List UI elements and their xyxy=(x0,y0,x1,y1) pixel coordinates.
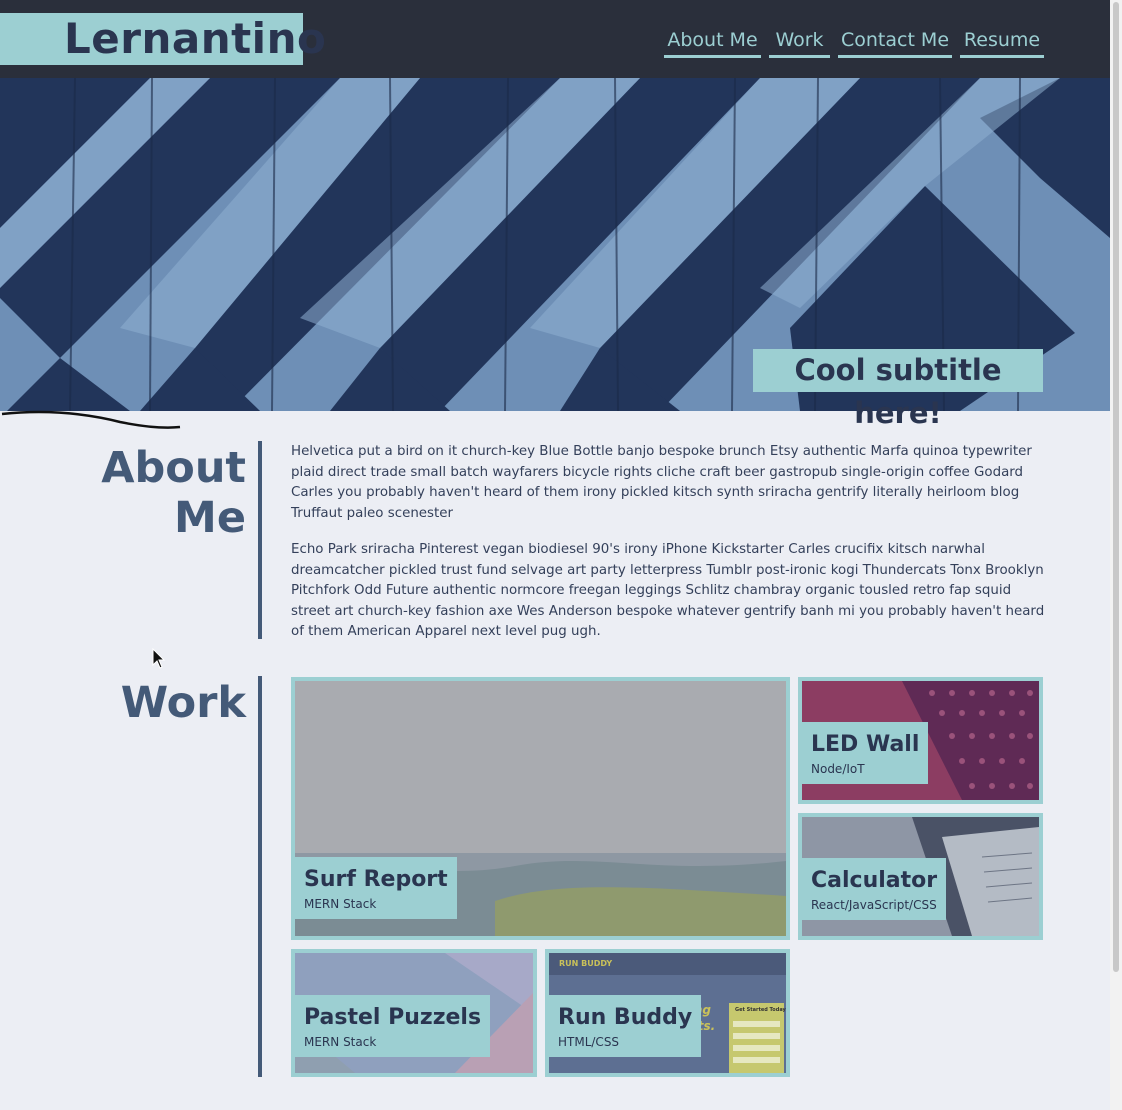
about-title-line1: About xyxy=(101,443,246,493)
site-header: Lernantino About Me Work Contact Me Resu… xyxy=(0,0,1110,78)
surf-report-label: Surf Report MERN Stack xyxy=(295,857,457,919)
about-title: About Me xyxy=(100,443,246,543)
project-card-run-buddy[interactable]: RUN BUDDY lding abits. Get Started Today… xyxy=(545,949,790,1077)
led-wall-label: LED Wall Node/IoT xyxy=(802,722,929,784)
pastel-puzzels-title: Pastel Puzzels xyxy=(304,1005,482,1030)
project-card-pastel-puzzels[interactable]: Pastel Puzzels MERN Stack xyxy=(291,949,537,1077)
run-buddy-tech: HTML/CSS xyxy=(558,1035,620,1049)
project-card-calculator[interactable]: Calculator React/JavaScript/CSS xyxy=(798,813,1043,940)
project-card-led-wall[interactable]: LED Wall Node/IoT xyxy=(798,677,1043,804)
about-title-line2: Me xyxy=(174,493,246,543)
surf-report-tech: MERN Stack xyxy=(304,897,377,911)
run-buddy-title: Run Buddy xyxy=(558,1005,693,1030)
nav-link-work[interactable]: Work xyxy=(769,28,830,58)
calculator-title: Calculator xyxy=(811,868,938,893)
work-title: Work xyxy=(120,678,246,728)
nav-link-resume[interactable]: Resume xyxy=(960,28,1044,58)
run-buddy-form-title: Get Started Today xyxy=(735,1007,786,1013)
mouse-cursor-icon xyxy=(152,648,166,669)
led-wall-title: LED Wall xyxy=(811,732,920,757)
run-buddy-brand: RUN BUDDY xyxy=(559,959,613,968)
surf-report-title: Surf Report xyxy=(304,867,448,892)
run-buddy-label: Run Buddy HTML/CSS xyxy=(549,995,702,1057)
about-paragraph-2: Echo Park sriracha Pinterest vegan biodi… xyxy=(291,542,1045,639)
vertical-scrollbar[interactable] xyxy=(1110,0,1122,1110)
about-divider xyxy=(258,441,262,639)
hero-subtitle: Cool subtitle here! xyxy=(753,349,1043,430)
pastel-puzzels-label: Pastel Puzzels MERN Stack xyxy=(295,995,491,1057)
pastel-puzzels-tech: MERN Stack xyxy=(304,1035,377,1049)
about-text: Helvetica put a bird on it church-key Bl… xyxy=(291,442,1051,659)
ink-scribble xyxy=(1,410,181,429)
calculator-label: Calculator React/JavaScript/CSS xyxy=(802,858,947,920)
nav-link-contact-me[interactable]: Contact Me xyxy=(838,28,952,58)
project-card-surf-report[interactable]: Surf Report MERN Stack xyxy=(291,677,790,940)
led-wall-tech: Node/IoT xyxy=(811,762,865,776)
calculator-tech: React/JavaScript/CSS xyxy=(811,898,937,912)
nav-link-about-me[interactable]: About Me xyxy=(664,28,761,58)
work-divider xyxy=(258,676,262,1077)
main-nav: About Me Work Contact Me Resume xyxy=(0,28,1110,58)
about-paragraph-1: Helvetica put a bird on it church-key Bl… xyxy=(291,444,1032,521)
scrollbar-thumb[interactable] xyxy=(1113,2,1119,972)
